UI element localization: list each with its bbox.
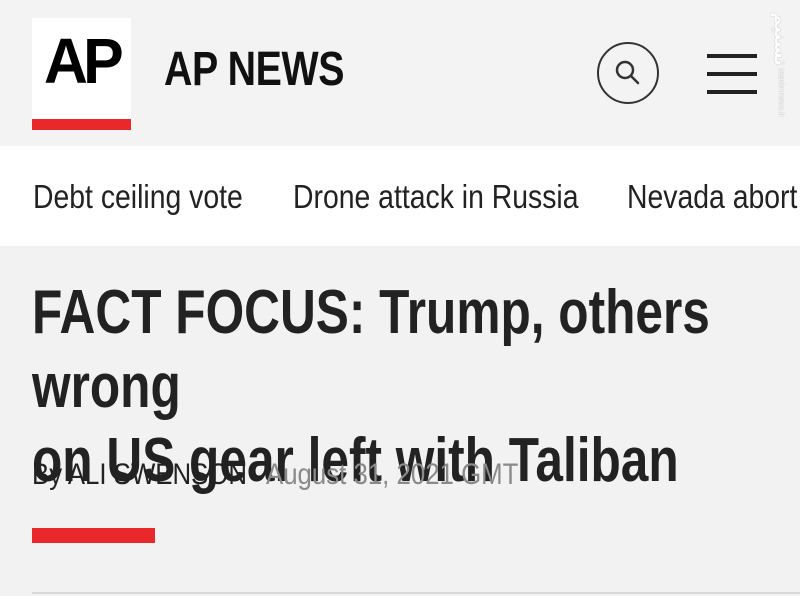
hamburger-menu-button[interactable]	[707, 52, 763, 96]
divider	[32, 592, 800, 594]
menu-icon-line	[707, 54, 757, 58]
site-header: AP AP NEWS تسنیم tasnimnews.ir	[0, 0, 800, 146]
publish-date: August 31, 2021 GMT	[265, 458, 519, 491]
trending-link[interactable]: Debt ceiling vote	[33, 178, 243, 216]
search-icon	[615, 60, 640, 85]
trending-topics-bar: Debt ceiling vote Drone attack in Russia…	[0, 146, 800, 246]
ap-logo[interactable]: AP	[32, 18, 131, 130]
author[interactable]: By ALI SWENSON	[32, 458, 247, 491]
trending-link[interactable]: Nevada abort	[627, 178, 797, 216]
watermark-text: tasnimnews.ir	[777, 68, 786, 118]
menu-icon-line	[707, 90, 757, 94]
logo-red-bar	[32, 119, 131, 130]
watermark-mark: تسنیم	[771, 12, 791, 66]
search-button[interactable]	[597, 42, 659, 104]
watermark: تسنیم tasnimnews.ir	[762, 12, 792, 122]
trending-link[interactable]: Drone attack in Russia	[293, 178, 579, 216]
accent-bar	[32, 528, 155, 543]
logo-text: AP	[44, 25, 124, 97]
brand-name[interactable]: AP NEWS	[164, 42, 345, 97]
article-byline: By ALI SWENSON August 31, 2021 GMT	[32, 458, 518, 492]
headline-line: FACT FOCUS: Trump, others wrong	[32, 278, 710, 421]
article-header: FACT FOCUS: Trump, others wrong on US ge…	[0, 246, 800, 596]
menu-icon-line	[707, 72, 757, 76]
